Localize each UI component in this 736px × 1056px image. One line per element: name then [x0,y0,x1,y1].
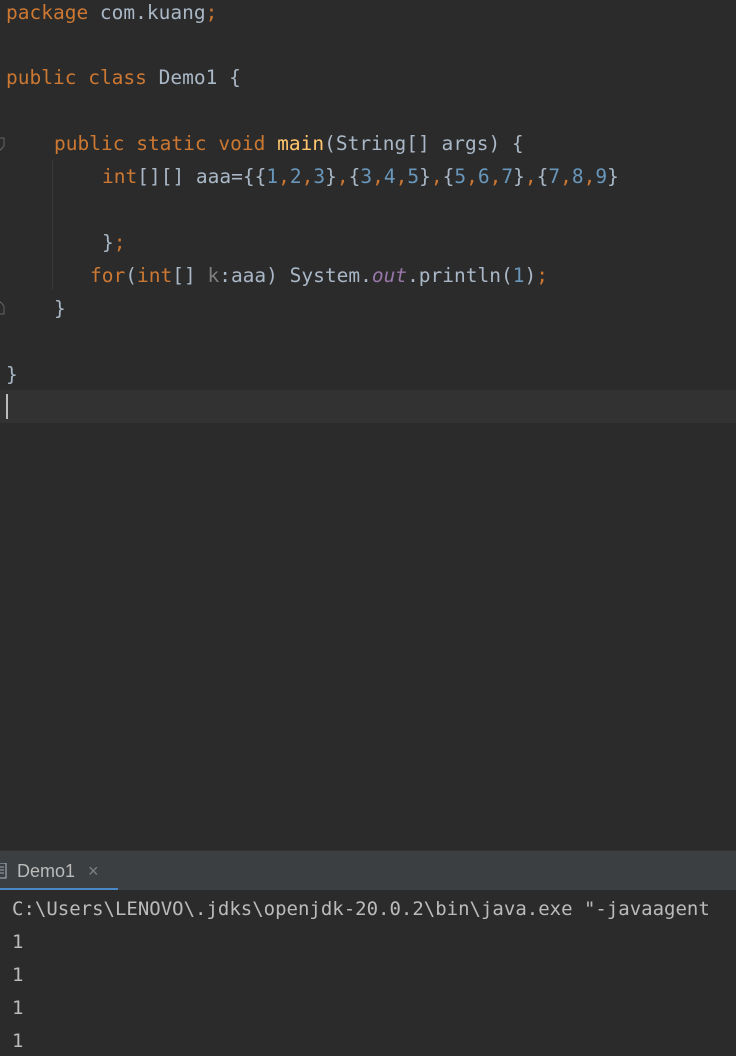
run-tab-label: Demo1 [17,861,76,881]
fold-marker-icon[interactable] [0,301,6,315]
code-line-array-declaration: int[][] aaa={{1,2,3},{3,4,5},{5,6,7},{7,… [102,165,619,188]
code-editor[interactable]: package com.kuang; public class Demo1 { … [0,0,736,850]
indent-guide [52,160,53,290]
code-line-class-close: } [6,363,18,386]
code-line-class-declaration: public class Demo1 { [6,66,241,89]
console-command-line: C:\Users\LENOVO\.jdks\openjdk-20.0.2\bin… [12,898,710,920]
code-line-main-method: public static void main(String[] args) { [54,132,524,155]
run-tool-window-tabs: Demo1 × [0,850,736,891]
console-output-line: 1 [12,964,24,986]
console-output-line: 1 [12,997,24,1019]
code-line-package: package com.kuang; [6,1,218,24]
code-line-for-loop: for(int[] k:aaa) System.out.println(1); [90,264,548,287]
close-icon[interactable]: × [88,851,99,891]
console-output-line: 1 [12,1030,24,1052]
run-tab-demo1[interactable]: Demo1 × [0,851,118,891]
code-line-method-close: } [54,297,66,320]
console-output-line: 1 [12,931,24,953]
console-output[interactable]: C:\Users\LENOVO\.jdks\openjdk-20.0.2\bin… [0,890,736,1056]
code-line-array-close: }; [102,231,126,254]
run-config-icon [0,863,7,879]
current-line-highlight [0,390,736,423]
text-caret [6,394,8,419]
fold-marker-icon[interactable] [0,137,6,151]
